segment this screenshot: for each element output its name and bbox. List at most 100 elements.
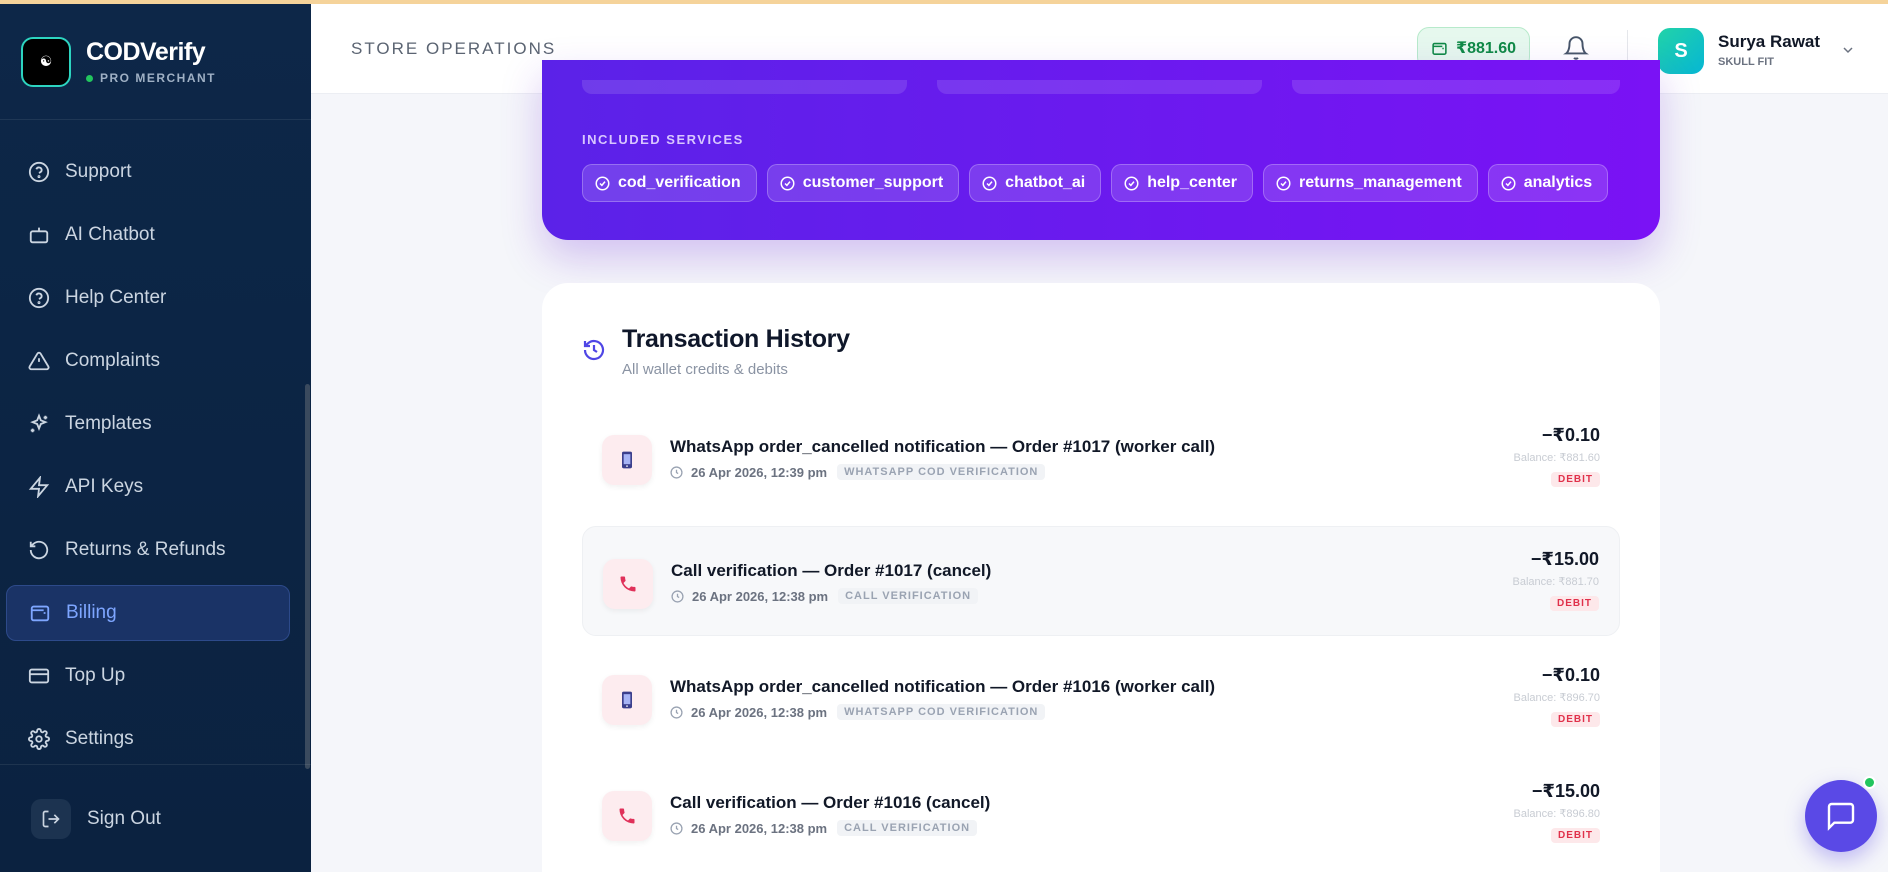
- status-dot-icon: [86, 74, 93, 82]
- sidebar-item-billing[interactable]: Billing: [6, 585, 290, 641]
- user-name[interactable]: Surya Rawat: [1718, 32, 1820, 52]
- service-chip: returns_management: [1263, 164, 1478, 202]
- rotate-ccw-icon: [27, 538, 51, 562]
- lightning-icon: [27, 475, 51, 499]
- sidebar-item-api-keys[interactable]: API Keys: [6, 459, 290, 515]
- sidebar-item-support[interactable]: Support: [6, 144, 290, 200]
- transaction-balance: Balance: ₹896.80: [1513, 808, 1600, 820]
- sign-out-button[interactable]: Sign Out: [0, 764, 311, 872]
- plan-card: INCLUDED SERVICES cod_verification custo…: [542, 60, 1660, 240]
- transaction-meta: 26 Apr 2026, 12:38 pm CALL VERIFICATION: [670, 820, 978, 836]
- sidebar-item-returns-refunds[interactable]: Returns & Refunds: [6, 522, 290, 578]
- merchant-tier-label: PRO MERCHANT: [100, 71, 216, 85]
- sidebar-item-label: API Keys: [65, 476, 144, 497]
- transaction-amount: −₹15.00: [1530, 549, 1599, 569]
- service-chip: customer_support: [766, 164, 960, 202]
- transaction-description: WhatsApp order_cancelled notification — …: [670, 677, 1216, 696]
- sidebar-item-complaints[interactable]: Complaints: [6, 333, 290, 389]
- service-chip-label: cod_verification: [618, 174, 741, 191]
- phone-call-icon: [603, 559, 653, 609]
- transaction-amount: −₹0.10: [1541, 425, 1600, 445]
- section-subtitle: All wallet credits & debits: [622, 361, 788, 378]
- debit-badge: DEBIT: [1551, 712, 1600, 727]
- brand-logo[interactable]: ☯: [21, 36, 71, 87]
- history-icon: [582, 338, 606, 367]
- transaction-meta: 26 Apr 2026, 12:38 pm CALL VERIFICATION: [671, 588, 979, 604]
- sidebar-item-label: AI Chatbot: [65, 224, 155, 245]
- check-circle-icon: [982, 176, 997, 191]
- sidebar-item-label: Complaints: [65, 350, 161, 371]
- check-circle-icon: [780, 176, 795, 191]
- sign-out-label: Sign Out: [87, 807, 161, 829]
- transaction-tag: CALL VERIFICATION: [838, 588, 979, 604]
- transaction-balance: Balance: ₹881.60: [1513, 452, 1600, 464]
- sidebar-item-label: Settings: [65, 728, 134, 749]
- transaction-row[interactable]: Call verification — Order #1016 (cancel)…: [582, 759, 1620, 869]
- message-square-icon: [1827, 802, 1855, 831]
- clock-icon: [670, 821, 683, 835]
- help-circle-icon: [27, 286, 51, 310]
- sidebar-item-label: Templates: [65, 413, 152, 434]
- transaction-description: Call verification — Order #1016 (cancel): [670, 793, 991, 812]
- transaction-tag: CALL VERIFICATION: [837, 820, 978, 836]
- sidebar-item-label: Top Up: [65, 665, 126, 686]
- clock-icon: [670, 465, 683, 479]
- wallet-balance-value: ₹881.60: [1455, 40, 1517, 57]
- section-title: Transaction History: [622, 325, 850, 353]
- page-title: STORE OPERATIONS: [351, 38, 557, 58]
- sidebar-scrollbar[interactable]: [305, 384, 310, 769]
- transaction-balance: Balance: ₹896.70: [1513, 692, 1600, 704]
- sidebar-item-help-center[interactable]: Help Center: [6, 270, 290, 326]
- phone-mobile-icon: [602, 675, 652, 725]
- service-chip-label: customer_support: [802, 174, 944, 191]
- avatar[interactable]: S: [1658, 28, 1704, 74]
- service-chip-label: chatbot_ai: [1005, 174, 1086, 191]
- debit-badge: DEBIT: [1550, 596, 1599, 611]
- service-chip: help_center: [1111, 164, 1253, 202]
- help-circle-icon: [27, 160, 51, 184]
- transaction-row[interactable]: WhatsApp order_cancelled notification — …: [582, 643, 1620, 753]
- transaction-amount: −₹15.00: [1531, 781, 1600, 801]
- plan-stat-card: [582, 80, 907, 94]
- merchant-tier: PRO MERCHANT: [86, 71, 216, 85]
- transaction-time: 26 Apr 2026, 12:38 pm: [691, 704, 828, 720]
- transaction-description: Call verification — Order #1017 (cancel): [671, 561, 992, 580]
- transaction-amount: −₹0.10: [1541, 665, 1600, 685]
- online-status-dot: [1863, 776, 1876, 789]
- transaction-tag: WHATSAPP COD VERIFICATION: [837, 464, 1046, 480]
- sidebar-item-label: Support: [65, 161, 132, 182]
- service-chip-label: returns_management: [1299, 174, 1462, 191]
- debit-badge: DEBIT: [1551, 472, 1600, 487]
- sidebar-item-label: Billing: [66, 602, 117, 623]
- sidebar-item-settings[interactable]: Settings: [6, 711, 290, 767]
- sidebar-item-top-up[interactable]: Top Up: [6, 648, 290, 704]
- service-chip-label: analytics: [1523, 174, 1593, 191]
- chat-support-button[interactable]: [1805, 780, 1877, 852]
- sparkles-icon: [27, 412, 51, 436]
- sidebar-item-templates[interactable]: Templates: [6, 396, 290, 452]
- check-circle-icon: [1124, 176, 1139, 191]
- phone-call-icon: [602, 791, 652, 841]
- included-services-label: INCLUDED SERVICES: [582, 132, 744, 147]
- chevron-down-icon[interactable]: [1840, 42, 1856, 63]
- service-chip: chatbot_ai: [969, 164, 1102, 202]
- clock-icon: [671, 589, 684, 603]
- plan-stat-card: [1292, 80, 1620, 94]
- sidebar-item-label: Help Center: [65, 287, 167, 308]
- brand-name: CODVerify: [86, 38, 206, 66]
- sidebar-item-ai-chatbot[interactable]: AI Chatbot: [6, 207, 290, 263]
- plan-stat-card: [937, 80, 1262, 94]
- service-chip: cod_verification: [582, 164, 757, 202]
- wallet-icon: [28, 601, 52, 625]
- transaction-meta: 26 Apr 2026, 12:39 pm WHATSAPP COD VERIF…: [670, 464, 1046, 480]
- clock-icon: [670, 705, 683, 719]
- transaction-tag: WHATSAPP COD VERIFICATION: [837, 704, 1046, 720]
- transaction-row[interactable]: Call verification — Order #1017 (cancel)…: [582, 526, 1620, 636]
- transaction-row[interactable]: WhatsApp order_cancelled notification — …: [582, 403, 1620, 513]
- transaction-time: 26 Apr 2026, 12:39 pm: [691, 464, 828, 480]
- phone-mobile-icon: [602, 435, 652, 485]
- transaction-time: 26 Apr 2026, 12:38 pm: [691, 820, 828, 836]
- user-store-name: SKULL FIT: [1718, 56, 1775, 68]
- transaction-meta: 26 Apr 2026, 12:38 pm WHATSAPP COD VERIF…: [670, 704, 1046, 720]
- check-circle-icon: [1276, 176, 1291, 191]
